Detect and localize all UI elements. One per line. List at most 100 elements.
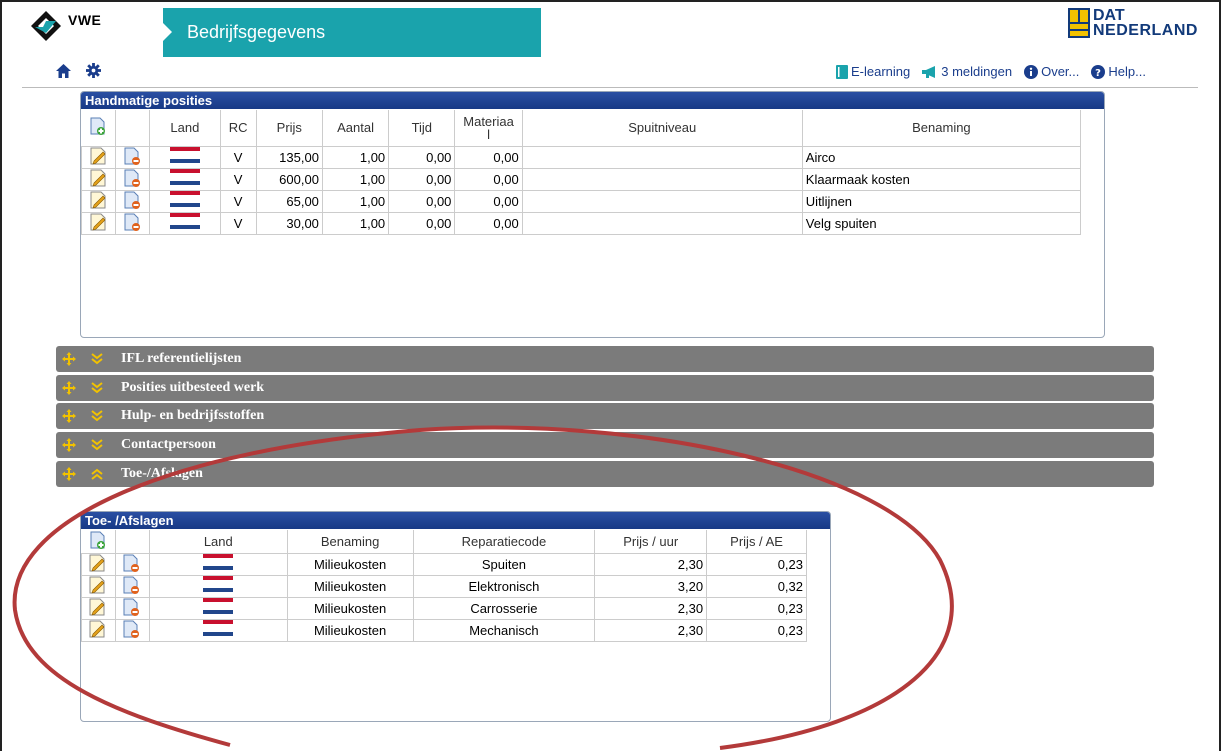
edit-icon[interactable] [90,213,108,231]
section-bar[interactable]: Posities uitbesteed werk [56,375,1154,401]
edit-icon[interactable] [90,169,108,187]
add-row-cell[interactable] [81,110,117,147]
home-icon[interactable] [56,64,71,78]
vwe-logo[interactable]: VWE [30,10,101,42]
section-bar[interactable]: Toe-/Afslagen [56,461,1154,487]
delete-document-icon[interactable] [124,169,142,187]
chevron-down-icon[interactable] [90,438,104,452]
edit-icon[interactable] [90,191,108,209]
materiaal-cell: 0,00 [454,211,523,235]
move-icon[interactable] [62,409,76,423]
add-row-cell[interactable] [81,530,116,554]
edit-icon[interactable] [89,620,107,638]
col-land: Land [149,530,288,554]
prijs-cell: 30,00 [255,211,323,235]
table-header-row: Land RC Prijs Aantal Tijd Materiaa l Spu… [81,110,1082,147]
section-label: Contactpersoon [121,437,216,452]
chevron-up-icon[interactable] [90,467,104,481]
edit-icon[interactable] [89,576,107,594]
prijs-cell: 135,00 [255,145,323,169]
handmatige-table: Land RC Prijs Aantal Tijd Materiaa l Spu… [80,110,1082,235]
section-bar[interactable]: Hulp- en bedrijfsstoffen [56,403,1154,429]
chevron-down-icon[interactable] [90,409,104,423]
spuitniveau-cell [521,145,803,169]
reparatiecode-cell: Carrosserie [412,596,596,620]
edit-icon[interactable] [89,554,107,572]
delete-cell [115,189,151,213]
table-row[interactable]: Milieukosten Carrosserie 2,30 0,23 [81,596,807,620]
benaming-cell: Milieukosten [286,574,414,598]
table-row[interactable]: V 30,00 1,00 0,00 0,00 Velg spuiten [80,211,1082,235]
table-row[interactable]: Milieukosten Mechanisch 2,30 0,23 [81,618,807,642]
over-link[interactable]: Over... [1024,64,1079,79]
gear-icon[interactable] [86,63,101,78]
delete-document-icon[interactable] [124,147,142,165]
delete-document-icon[interactable] [123,576,141,594]
land-cell [149,211,221,235]
tijd-cell: 0,00 [388,211,456,235]
edit-cell [81,596,116,620]
dat-logo-icon [1068,8,1090,38]
delete-cell [114,618,150,642]
land-cell [149,167,221,191]
delete-document-icon[interactable] [123,554,141,572]
delete-document-icon[interactable] [123,620,141,638]
move-icon[interactable] [62,352,76,366]
delete-document-icon[interactable] [123,598,141,616]
move-icon[interactable] [62,438,76,452]
table-row[interactable]: V 600,00 1,00 0,00 0,00 Klaarmaak kosten [80,167,1082,191]
info-icon [1024,64,1039,79]
table-row[interactable]: V 135,00 1,00 0,00 0,00 Airco [80,145,1082,169]
help-link[interactable]: ? Help... [1091,64,1146,79]
prijs-uur-cell: 2,30 [594,596,708,620]
benaming-cell: Velg spuiten [801,211,1082,235]
table-row[interactable]: Milieukosten Spuiten 2,30 0,23 [81,552,807,576]
table-row[interactable]: V 65,00 1,00 0,00 0,00 Uitlijnen [80,189,1082,213]
handmatige-posities-panel: Handmatige posities Land RC Prijs Aantal… [80,91,1105,338]
reparatiecode-cell: Spuiten [412,552,596,576]
delete-cell [114,552,150,576]
materiaal-cell: 0,00 [454,167,523,191]
delete-cell [114,574,150,598]
benaming-cell: Milieukosten [286,552,414,576]
dat-line-1: DAT [1093,7,1125,24]
netherlands-flag-icon [169,191,200,211]
benaming-cell: Milieukosten [286,618,414,642]
move-icon[interactable] [62,381,76,395]
delete-document-icon[interactable] [124,191,142,209]
add-document-icon[interactable] [90,531,106,549]
title-arrow-icon [163,23,172,41]
land-cell [149,145,221,169]
netherlands-flag-icon [203,554,234,574]
reparatiecode-cell: Mechanisch [412,618,596,642]
col-spuitniveau: Spuitniveau [522,110,803,147]
netherlands-flag-icon [169,147,200,167]
edit-icon[interactable] [90,147,108,165]
delete-cell [115,167,151,191]
edit-icon[interactable] [89,598,107,616]
col-benaming: Benaming [287,530,414,554]
delete-document-icon[interactable] [124,213,142,231]
table-row[interactable]: Milieukosten Elektronisch 3,20 0,32 [81,574,807,598]
chevron-down-icon[interactable] [90,381,104,395]
edit-cell [81,618,116,642]
add-document-icon[interactable] [90,117,106,136]
help-label: Help... [1108,64,1146,79]
elearning-link[interactable]: E-learning [836,64,910,79]
rc-cell: V [219,167,257,191]
move-icon[interactable] [62,467,76,481]
meldingen-link[interactable]: 3 meldingen [922,64,1012,79]
section-bar[interactable]: IFL referentielijsten [56,346,1154,372]
edit-cell [80,145,117,169]
col-rc: RC [220,110,257,147]
vwe-logo-icon [31,11,61,41]
header-divider [22,87,1198,88]
prijs-ae-cell: 0,32 [706,574,807,598]
prijs-uur-cell: 3,20 [594,574,708,598]
aantal-cell: 1,00 [321,211,390,235]
edit-cell [80,211,117,235]
land-cell [148,552,288,576]
chevron-down-icon[interactable] [90,352,104,366]
dat-line-2: NEDERLAND [1093,22,1198,39]
section-bar[interactable]: Contactpersoon [56,432,1154,458]
